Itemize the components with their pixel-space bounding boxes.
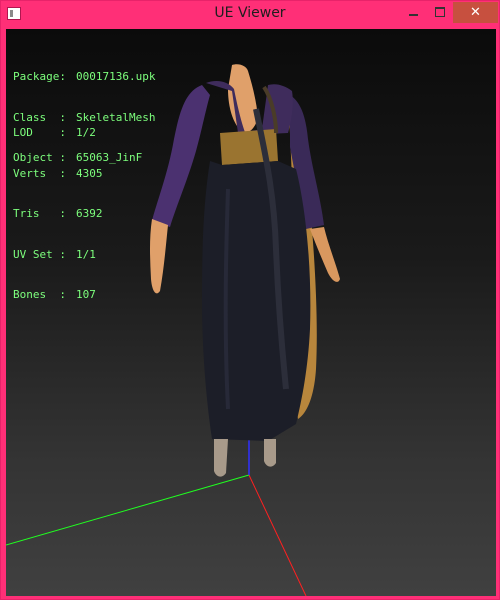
model-right-foot [264, 439, 276, 467]
model-chest [228, 64, 258, 133]
package-value: 00017136.upk [76, 70, 156, 83]
character-model [150, 64, 340, 477]
bones-row: Bones : 107 [13, 288, 103, 302]
uvset-row: UV Set : 1/1 [13, 248, 103, 262]
model-left-sleeve [152, 85, 210, 227]
tris-value: 6392 [76, 207, 103, 220]
close-icon: ✕ [470, 5, 481, 20]
verts-row: Verts : 4305 [13, 167, 103, 181]
mesh-info-stats: LOD : 1/2 Verts : 4305 Tris : 6392 UV Set :… [13, 99, 103, 329]
app-window: UE Viewer ✕ Package: 00017136.upk Class … [0, 0, 500, 600]
lod-row: LOD : 1/2 [13, 126, 103, 140]
lod-label: LOD : [13, 126, 66, 139]
maximize-icon [435, 6, 445, 17]
lod-value: 1/2 [76, 126, 96, 139]
verts-label: Verts : [13, 166, 66, 180]
3d-viewport[interactable]: Package: 00017136.upk Class : SkeletalMesh… [6, 29, 496, 596]
minimize-button[interactable] [399, 1, 427, 22]
minimize-icon [408, 14, 418, 16]
model-robe [202, 161, 311, 441]
model-robe-fold-2 [223, 188, 230, 410]
uvset-value: 1/1 [76, 247, 96, 261]
x-axis-line [248, 474, 307, 596]
verts-value: 4305 [76, 166, 103, 180]
maximize-button[interactable] [427, 1, 453, 22]
model-left-hand [150, 219, 168, 294]
model-left-foot [214, 439, 228, 477]
title-bar[interactable]: UE Viewer ✕ [1, 1, 499, 28]
model-sash [220, 129, 278, 165]
package-label: Package: [13, 70, 66, 83]
tris-row: Tris : 6392 [13, 207, 103, 221]
uvset-label: UV Set : [13, 247, 66, 261]
package-row: Package: 00017136.upk [13, 70, 155, 84]
tris-label: Tris : [13, 207, 66, 220]
app-window-icon[interactable] [7, 7, 21, 20]
bones-value: 107 [76, 288, 96, 301]
y-axis-line [6, 474, 250, 546]
bones-label: Bones : [13, 288, 66, 301]
close-button[interactable]: ✕ [453, 2, 498, 23]
